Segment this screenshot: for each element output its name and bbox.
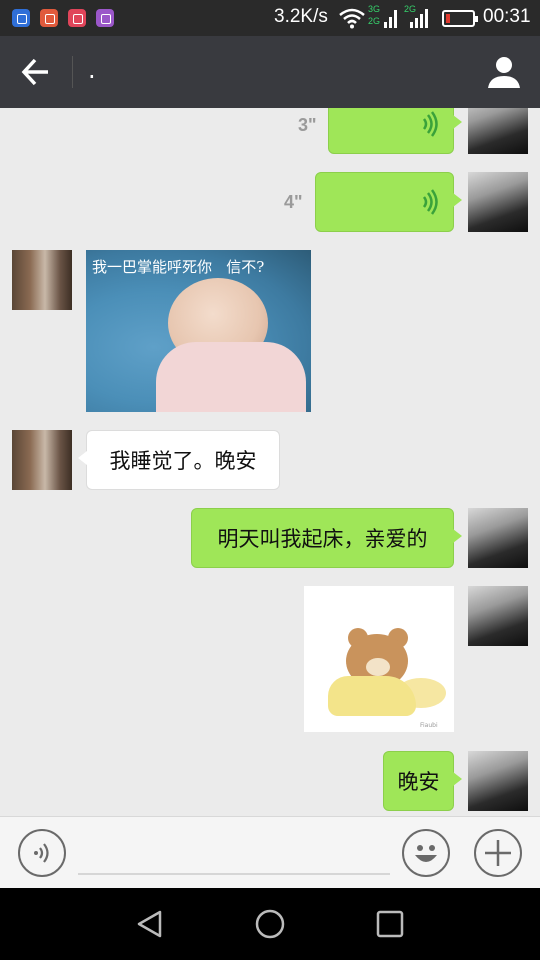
voice-message-bubble[interactable] xyxy=(328,108,462,154)
voice-duration: 3" xyxy=(298,115,317,135)
chat-message-list[interactable]: 3" 4" 我一巴掌能呼死你 信不? 我睡觉了。晚安 明天叫我起床，亲爱的 Fi… xyxy=(0,108,540,816)
more-options-button[interactable] xyxy=(474,829,522,877)
back-triangle-icon xyxy=(137,910,162,938)
voice-input-button[interactable] xyxy=(18,829,66,877)
status-bar: 3.2K/s 3G 2G 2G 00:31 xyxy=(0,0,540,36)
chat-title: . xyxy=(88,56,96,84)
message-text: 我睡觉了。晚安 xyxy=(109,449,257,473)
person-icon xyxy=(488,57,520,88)
message-text: 晚安 xyxy=(397,770,440,794)
voice-wave-icon xyxy=(422,189,438,215)
text-message-bubble[interactable]: 我睡觉了。晚安 xyxy=(78,430,280,490)
system-nav-bar xyxy=(0,888,540,960)
chat-info-button[interactable] xyxy=(484,52,524,92)
title-divider xyxy=(72,56,73,88)
recents-square-icon xyxy=(376,910,404,938)
image-message[interactable]: 我一巴掌能呼死你 信不? xyxy=(86,250,311,412)
contact-avatar[interactable] xyxy=(12,430,72,490)
emoji-button[interactable] xyxy=(402,829,450,877)
image-caption: 我一巴掌能呼死你 信不? xyxy=(92,258,265,276)
smiley-icon xyxy=(415,845,437,862)
baby-body xyxy=(156,342,306,412)
voice-duration: 4" xyxy=(284,192,303,212)
clock: 00:31 xyxy=(483,6,531,27)
blanket xyxy=(328,676,416,716)
text-message-bubble[interactable]: 晚安 xyxy=(383,751,462,811)
voice-wave-icon xyxy=(422,111,438,137)
my-avatar[interactable] xyxy=(468,751,528,811)
input-bar xyxy=(0,816,540,888)
plus-icon xyxy=(485,840,511,866)
voice-message-bubble[interactable] xyxy=(315,172,462,232)
sticker-message[interactable]: Fiaubi xyxy=(304,586,454,732)
text-message-bubble[interactable]: 明天叫我起床，亲爱的 xyxy=(191,508,462,568)
voice-icon xyxy=(34,843,49,863)
my-avatar[interactable] xyxy=(468,172,528,232)
title-bar: . xyxy=(0,36,540,108)
my-avatar[interactable] xyxy=(468,508,528,568)
message-input[interactable] xyxy=(78,831,390,875)
system-home-button[interactable] xyxy=(254,908,286,940)
contact-avatar[interactable] xyxy=(12,250,72,310)
battery-icon xyxy=(442,10,478,27)
my-avatar[interactable] xyxy=(468,586,528,646)
bear-snout xyxy=(366,658,390,676)
message-text: 明天叫我起床，亲爱的 xyxy=(217,527,428,551)
purple-gallery-icon xyxy=(96,9,114,27)
sticker-watermark: Fiaubi xyxy=(420,722,438,729)
home-circle-icon xyxy=(255,909,285,939)
wifi-icon xyxy=(339,8,365,29)
network-speed: 3.2K/s xyxy=(274,6,328,27)
red-app-icon xyxy=(40,9,58,27)
shield-app-icon xyxy=(12,9,30,27)
system-back-button[interactable] xyxy=(134,908,166,940)
pink-app-icon xyxy=(68,9,86,27)
back-button[interactable] xyxy=(16,54,56,90)
my-avatar[interactable] xyxy=(468,108,528,154)
system-recents-button[interactable] xyxy=(374,908,406,940)
arrow-left-icon xyxy=(21,58,48,86)
